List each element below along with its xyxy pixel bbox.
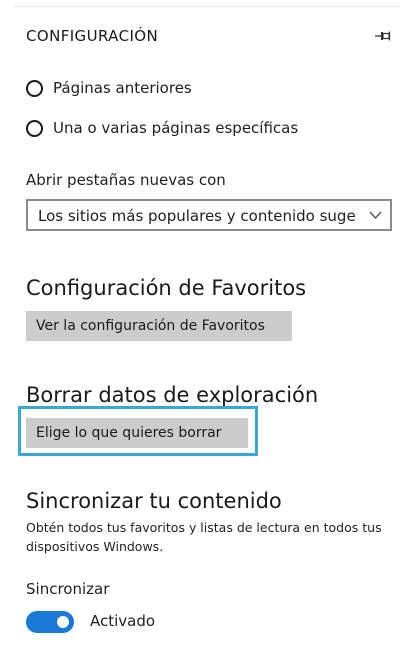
new-tabs-dropdown[interactable]: Los sitios más populares y contenido sug… [26,199,392,231]
dropdown-value: Los sitios más populares y contenido sug… [38,207,356,225]
view-favorites-settings-button[interactable]: Ver la configuración de Favoritos [26,311,292,341]
sync-section-title: Sincronizar tu contenido [26,489,282,513]
browsing-data-section-title: Borrar datos de exploración [26,383,319,407]
new-tabs-label: Abrir pestañas nuevas con [26,171,226,189]
choose-what-to-clear-button[interactable]: Elige lo que quieres borrar [26,418,248,448]
sync-description: Obtén todos tus favoritos y listas de le… [26,520,382,554]
toggle-state-label: Activado [90,612,156,630]
settings-title: CONFIGURACIÓN [26,27,159,45]
favorites-section-title: Configuración de Favoritos [26,276,307,300]
sync-toggle[interactable] [26,611,74,633]
chevron-down-icon [369,211,382,220]
top-divider [14,6,400,7]
settings-header: CONFIGURACIÓN [26,23,396,51]
radio-previous-pages[interactable]: Páginas anteriores [26,76,192,100]
radio-specific-pages[interactable]: Una o varias páginas específicas [26,116,298,140]
radio-label: Páginas anteriores [53,79,192,97]
settings-panel: CONFIGURACIÓN Páginas anteriores Una o v… [0,0,403,654]
radio-button[interactable] [26,79,43,97]
pin-icon[interactable] [374,28,392,44]
toggle-knob [57,616,69,628]
radio-label: Una o varias páginas específicas [53,119,299,137]
sync-toggle-label: Sincronizar [26,580,110,598]
radio-button[interactable] [26,119,43,137]
